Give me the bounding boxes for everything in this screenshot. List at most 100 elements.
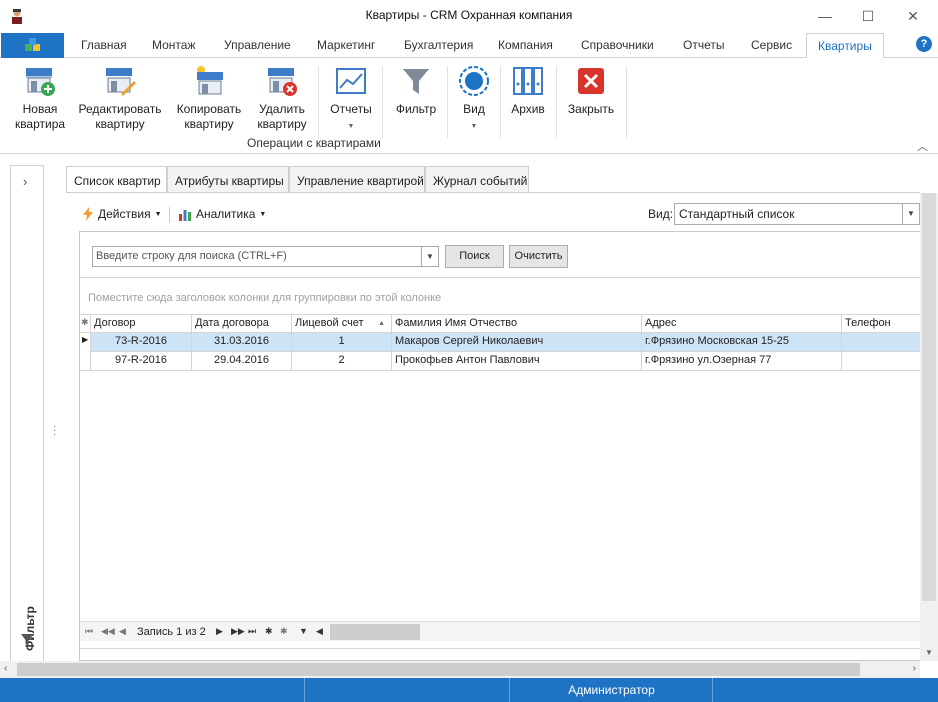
analytics-menu-button[interactable]: Аналитика ▼: [178, 207, 266, 221]
ribbon-panel: Новая квартира Редактировать квартиру Ко…: [0, 58, 938, 154]
edit-apartment-button[interactable]: Редактировать квартиру: [78, 64, 162, 132]
vertical-scroll-thumb[interactable]: [922, 193, 936, 601]
next-page-icon[interactable]: ▶▶: [231, 626, 245, 637]
prev-record-icon[interactable]: ◀: [119, 626, 126, 637]
copy-apartment-button[interactable]: Копировать квартиру: [174, 64, 244, 132]
cell-contract[interactable]: 73-R-2016: [91, 333, 192, 352]
tab-company[interactable]: Компания: [498, 38, 553, 52]
tab-marketing[interactable]: Маркетинг: [317, 38, 375, 52]
view-select[interactable]: Стандартный список ▼: [674, 203, 920, 225]
archive-button[interactable]: Архив: [508, 64, 548, 117]
divider: [80, 277, 921, 278]
scroll-left-icon[interactable]: ◀: [316, 626, 323, 637]
app-menu-button[interactable]: [1, 33, 64, 58]
column-header-account-label: Лицевой счет: [295, 317, 364, 329]
new-apartment-button[interactable]: Новая квартира: [12, 64, 68, 132]
scroll-left-icon[interactable]: ‹: [4, 663, 7, 674]
reports-dropdown-arrow: ▼: [347, 123, 355, 130]
row-indicator: [80, 352, 91, 371]
minimize-button[interactable]: —: [802, 0, 848, 32]
tab-installation[interactable]: Монтаж: [152, 38, 196, 52]
store-delete-icon: [265, 64, 299, 98]
cubes-icon: [24, 37, 40, 51]
scroll-down-icon[interactable]: ▼: [925, 648, 933, 657]
cell-phone[interactable]: [842, 352, 921, 371]
cell-account[interactable]: 1: [292, 333, 392, 352]
reports-button[interactable]: Отчеты ▼: [328, 64, 374, 134]
column-header-address[interactable]: Адрес: [642, 315, 842, 334]
column-header-phone[interactable]: Телефон: [842, 315, 921, 334]
tab-event-log[interactable]: Журнал событий: [425, 166, 529, 192]
tab-apartment-attributes[interactable]: Атрибуты квартиры: [167, 166, 289, 192]
next-record-icon[interactable]: ▶: [216, 626, 223, 637]
horizontal-scroll-thumb[interactable]: [17, 663, 860, 676]
last-page-icon[interactable]: ⏭: [248, 626, 256, 637]
tab-reports[interactable]: Отчеты: [683, 38, 724, 52]
delete-record-icon[interactable]: ✱: [280, 626, 288, 637]
filter-button[interactable]: Фильтр: [393, 64, 439, 117]
cell-contract[interactable]: 97-R-2016: [91, 352, 192, 371]
column-header-date[interactable]: Дата договора: [192, 315, 292, 334]
filter-side-panel[interactable]: › Фильтр: [10, 165, 44, 662]
search-button[interactable]: Поиск: [445, 245, 504, 268]
status-bar: Администратор: [0, 678, 938, 702]
chevron-down-icon: ▼: [154, 210, 162, 218]
cell-name[interactable]: Макаров Сергей Николаевич: [392, 333, 642, 352]
search-input[interactable]: Введите строку для поиска (CTRL+F) ▼: [92, 246, 439, 267]
column-header-account[interactable]: Лицевой счет ▲: [292, 315, 392, 334]
cell-phone[interactable]: [842, 333, 921, 352]
clear-button[interactable]: Очистить: [509, 245, 568, 268]
ribbon-separator: [556, 66, 557, 138]
collapse-ribbon-icon[interactable]: ︿: [917, 138, 928, 154]
cell-account[interactable]: 2: [292, 352, 392, 371]
maximize-button[interactable]: ☐: [845, 0, 891, 32]
first-page-icon[interactable]: ⏮: [85, 626, 93, 637]
splitter-handle[interactable]: · · ·: [53, 422, 56, 440]
cell-name[interactable]: Прокофьев Антон Павлович: [392, 352, 642, 371]
cell-address[interactable]: г.Фрязино Московская 15-25: [642, 333, 842, 352]
horizontal-scrollbar[interactable]: ‹ ›: [0, 661, 920, 678]
tab-accounting[interactable]: Бухгалтерия: [404, 38, 473, 52]
tab-service[interactable]: Сервис: [751, 38, 792, 52]
cell-date[interactable]: 31.03.2016: [192, 333, 292, 352]
store-copy-icon: [192, 64, 226, 98]
record-counter: Запись 1 из 2: [137, 626, 206, 638]
cell-address[interactable]: г.Фрязино ул.Озерная 77: [642, 352, 842, 371]
chevron-down-icon[interactable]: ▼: [421, 247, 438, 266]
help-icon[interactable]: ?: [916, 36, 932, 52]
column-header-contract[interactable]: Договор: [91, 315, 192, 334]
table-row[interactable]: ▶ 73-R-2016 31.03.2016 1 Макаров Сергей …: [80, 333, 921, 352]
window-title: Квартиры - CRM Охранная компания: [365, 8, 573, 22]
view-button[interactable]: Вид ▼: [456, 64, 492, 134]
scroll-right-icon[interactable]: ›: [913, 663, 916, 674]
chevron-down-icon[interactable]: ▼: [902, 204, 919, 224]
tab-references[interactable]: Справочники: [581, 38, 654, 52]
group-by-panel[interactable]: Поместите сюда заголовок колонки для гру…: [88, 292, 441, 304]
filter-records-icon[interactable]: ▼: [299, 626, 308, 636]
cell-date[interactable]: 29.04.2016: [192, 352, 292, 371]
filter-label: Фильтр: [395, 102, 437, 116]
tab-apartment-management[interactable]: Управление квартирой: [289, 166, 425, 192]
tab-main[interactable]: Главная: [81, 38, 127, 52]
actions-menu-button[interactable]: Действия ▼: [82, 207, 162, 221]
analytics-label: Аналитика: [196, 207, 256, 221]
close-window-button[interactable]: ✕: [890, 0, 936, 32]
tab-apartment-list[interactable]: Список квартир: [66, 166, 167, 193]
append-record-icon[interactable]: ✱: [265, 626, 273, 637]
expand-panel-icon[interactable]: ›: [23, 174, 27, 189]
tab-apartments[interactable]: Квартиры: [806, 33, 884, 59]
grid-hscroll-thumb[interactable]: [330, 624, 420, 640]
column-header-name[interactable]: Фамилия Имя Отчество: [392, 315, 642, 334]
delete-apartment-button[interactable]: Удалить квартиру: [254, 64, 310, 132]
funnel-icon: [399, 64, 433, 98]
table-row[interactable]: 97-R-2016 29.04.2016 2 Прокофьев Антон П…: [80, 352, 921, 371]
delete-apartment-label: Удалить квартиру: [257, 102, 307, 131]
search-placeholder: Введите строку для поиска (CTRL+F): [96, 250, 287, 262]
prev-page-icon[interactable]: ◀◀: [101, 626, 115, 637]
vertical-scrollbar[interactable]: ▼: [920, 193, 938, 661]
row-indicator-icon: ▶: [80, 333, 91, 352]
apartment-list-content: Действия ▼ Аналитика ▼ Вид: Стандартный …: [66, 193, 921, 661]
toolbar-separator: [169, 207, 170, 223]
close-apartments-button[interactable]: Закрыть: [565, 64, 617, 117]
tab-management[interactable]: Управление: [224, 38, 291, 52]
